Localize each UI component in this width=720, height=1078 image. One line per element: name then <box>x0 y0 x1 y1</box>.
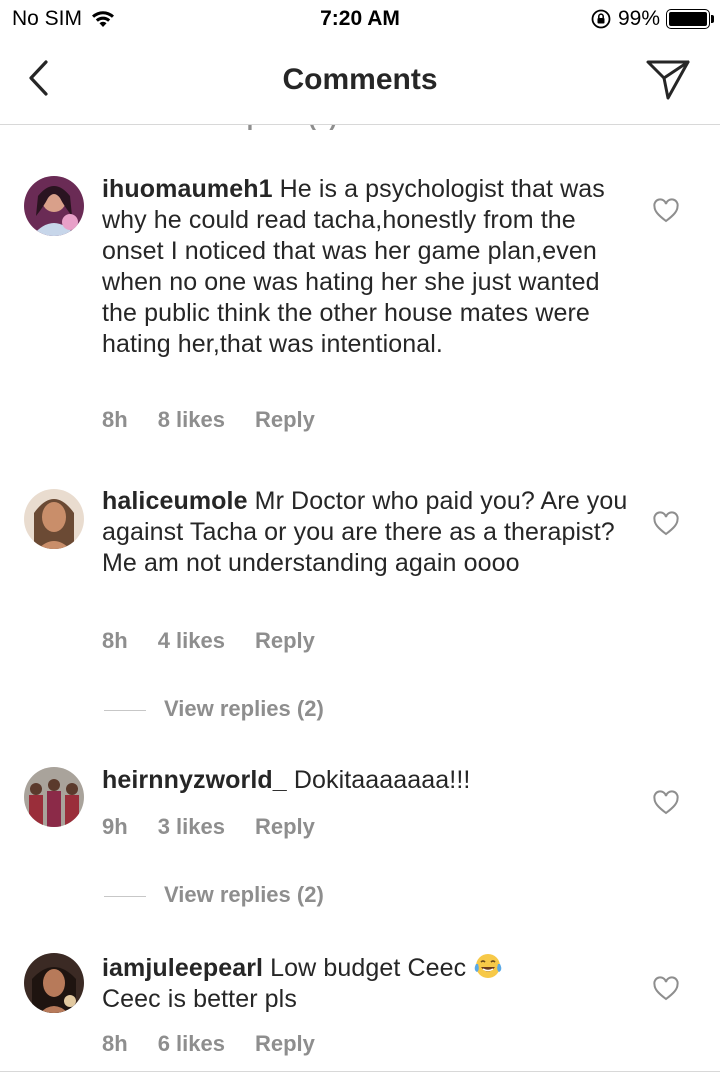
comment-time: 8h <box>102 407 128 432</box>
avatar[interactable] <box>24 489 84 549</box>
comment-text: iamjuleepearl Low budget Ceec Ceec is be… <box>102 952 632 1015</box>
comment-time: 8h <box>102 1031 128 1056</box>
like-count[interactable]: 6 likes <box>158 1031 225 1056</box>
username[interactable]: iamjuleepearl <box>102 954 263 982</box>
comment-body: Dokitaaaaaaa!!! <box>293 766 471 794</box>
avatar[interactable] <box>24 767 84 827</box>
divider-line <box>104 896 146 897</box>
send-direct-icon[interactable] <box>644 56 692 102</box>
reply-button[interactable]: Reply <box>255 628 315 653</box>
status-bar: No SIM 7:20 AM 99% <box>0 0 720 40</box>
battery-percent: 99% <box>617 7 660 30</box>
comment-time: 9h <box>102 814 128 839</box>
navigation-bar: Comments <box>0 40 720 125</box>
username[interactable]: ihuomaumeh1 <box>102 175 273 203</box>
avatar[interactable] <box>24 953 84 1013</box>
comment-text: ihuomaumeh1 He is a psychologist that wa… <box>102 174 632 360</box>
username[interactable]: haliceumole <box>102 487 248 515</box>
status-right: 99% <box>590 7 714 31</box>
rotation-lock-icon <box>591 9 611 29</box>
comment-body: Low budget Ceec <box>270 954 467 982</box>
comment-time: 8h <box>102 628 128 653</box>
divider-line <box>104 710 146 711</box>
like-count[interactable]: 4 likes <box>158 628 225 653</box>
view-replies-button[interactable]: View replies (2) <box>104 696 504 726</box>
like-heart-icon[interactable] <box>652 790 680 816</box>
comment-text: haliceumole Mr Doctor who paid you? Are … <box>102 486 632 579</box>
comment-text: heirnnyzworld_ Dokitaaaaaaa!!! <box>102 765 632 796</box>
battery-icon <box>666 9 714 29</box>
view-replies-label: View replies (2) <box>164 696 324 721</box>
laughing-tears-emoji-icon <box>475 954 502 978</box>
reply-button[interactable]: Reply <box>255 1031 315 1056</box>
bottom-divider <box>0 1071 720 1072</box>
page-title: Comments <box>282 63 438 96</box>
avatar[interactable] <box>24 176 84 236</box>
like-heart-icon[interactable] <box>652 198 680 224</box>
like-count[interactable]: 8 likes <box>158 407 225 432</box>
reply-button[interactable]: Reply <box>255 407 315 432</box>
comment-body-line2: Ceec is better pls <box>102 985 297 1013</box>
view-replies-button[interactable]: View replies (2) <box>104 882 504 912</box>
reply-button[interactable]: Reply <box>255 814 315 839</box>
like-count[interactable]: 3 likes <box>158 814 225 839</box>
like-heart-icon[interactable] <box>652 976 680 1002</box>
username[interactable]: heirnnyzworld_ <box>102 766 287 794</box>
comment-meta: 8h 8 likes Reply <box>102 407 345 433</box>
comment-meta: 9h 3 likes Reply <box>102 814 345 840</box>
like-heart-icon[interactable] <box>652 511 680 537</box>
comment-meta: 8h 4 likes Reply <box>102 628 345 654</box>
comment-meta: 8h 6 likes Reply <box>102 1031 345 1057</box>
view-replies-label: View replies (2) <box>164 882 324 907</box>
